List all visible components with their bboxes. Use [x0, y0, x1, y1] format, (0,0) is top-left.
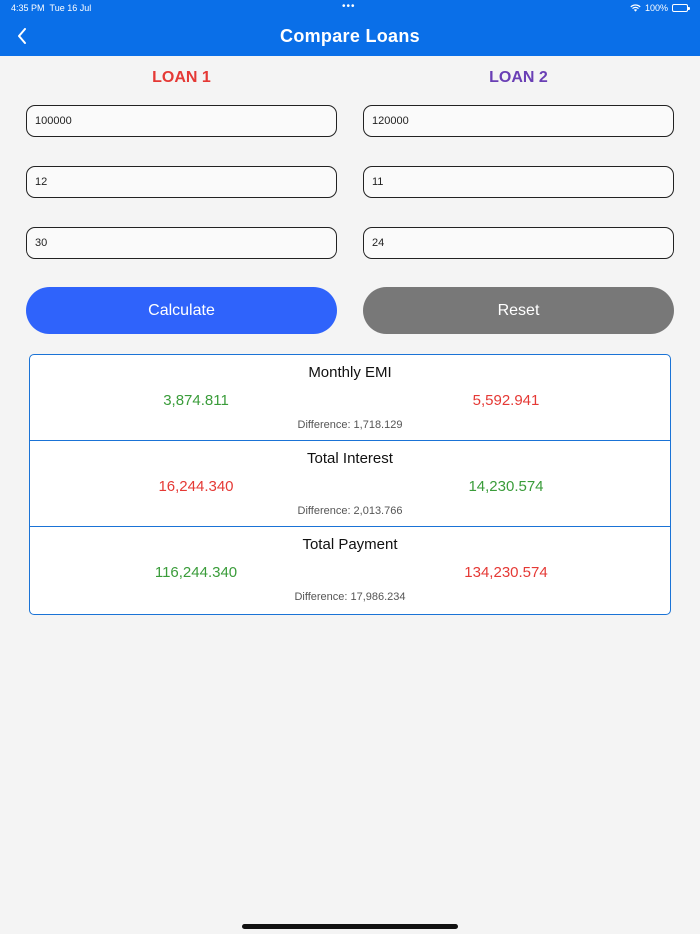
loan1-value: 3,874.811 [163, 392, 229, 409]
loan2-value: 14,230.574 [468, 478, 544, 495]
home-indicator[interactable] [242, 924, 458, 929]
loan1-amount-input[interactable] [26, 105, 337, 137]
results-card: Monthly EMI 3,874.811 5,592.941 Differen… [29, 354, 671, 615]
difference-text: Difference: 1,718.129 [297, 419, 403, 431]
monthly-emi-section: Monthly EMI 3,874.811 5,592.941 Differen… [30, 355, 670, 441]
loan2-heading: LOAN 2 [489, 69, 548, 86]
section-title: Total Payment [302, 536, 398, 553]
battery-icon [672, 4, 690, 12]
loan2-rate-input[interactable] [363, 166, 674, 198]
loan1-value: 116,244.340 [154, 564, 238, 581]
calculate-button[interactable]: Calculate [26, 287, 337, 334]
multitasking-dots[interactable]: ••• [342, 1, 356, 12]
page-title: Compare Loans [280, 26, 420, 46]
difference-text: Difference: 17,986.234 [294, 591, 406, 603]
loan1-rate-input[interactable] [26, 166, 337, 198]
loan2-tenure-input[interactable] [363, 227, 674, 259]
loan1-heading: LOAN 1 [152, 69, 211, 86]
wifi-icon [630, 4, 641, 12]
status-time: 4:35 PM Tue 16 Jul [11, 3, 92, 13]
loan1-value: 16,244.340 [158, 478, 234, 495]
section-title: Total Interest [307, 450, 393, 467]
status-right: 100% [630, 3, 690, 13]
loan2-value: 134,230.574 [464, 564, 548, 581]
total-interest-section: Total Interest 16,244.340 14,230.574 Dif… [30, 441, 670, 527]
app-header: 4:35 PM Tue 16 Jul ••• 100% Compare Loan… [0, 0, 700, 56]
reset-button[interactable]: Reset [363, 287, 674, 334]
section-title: Monthly EMI [308, 364, 392, 381]
total-payment-section: Total Payment 116,244.340 134,230.574 Di… [30, 527, 670, 613]
loan2-value: 5,592.941 [472, 392, 540, 409]
loan2-amount-input[interactable] [363, 105, 674, 137]
battery-percent: 100% [644, 3, 668, 13]
loan1-tenure-input[interactable] [26, 227, 337, 259]
difference-text: Difference: 2,013.766 [297, 505, 403, 517]
